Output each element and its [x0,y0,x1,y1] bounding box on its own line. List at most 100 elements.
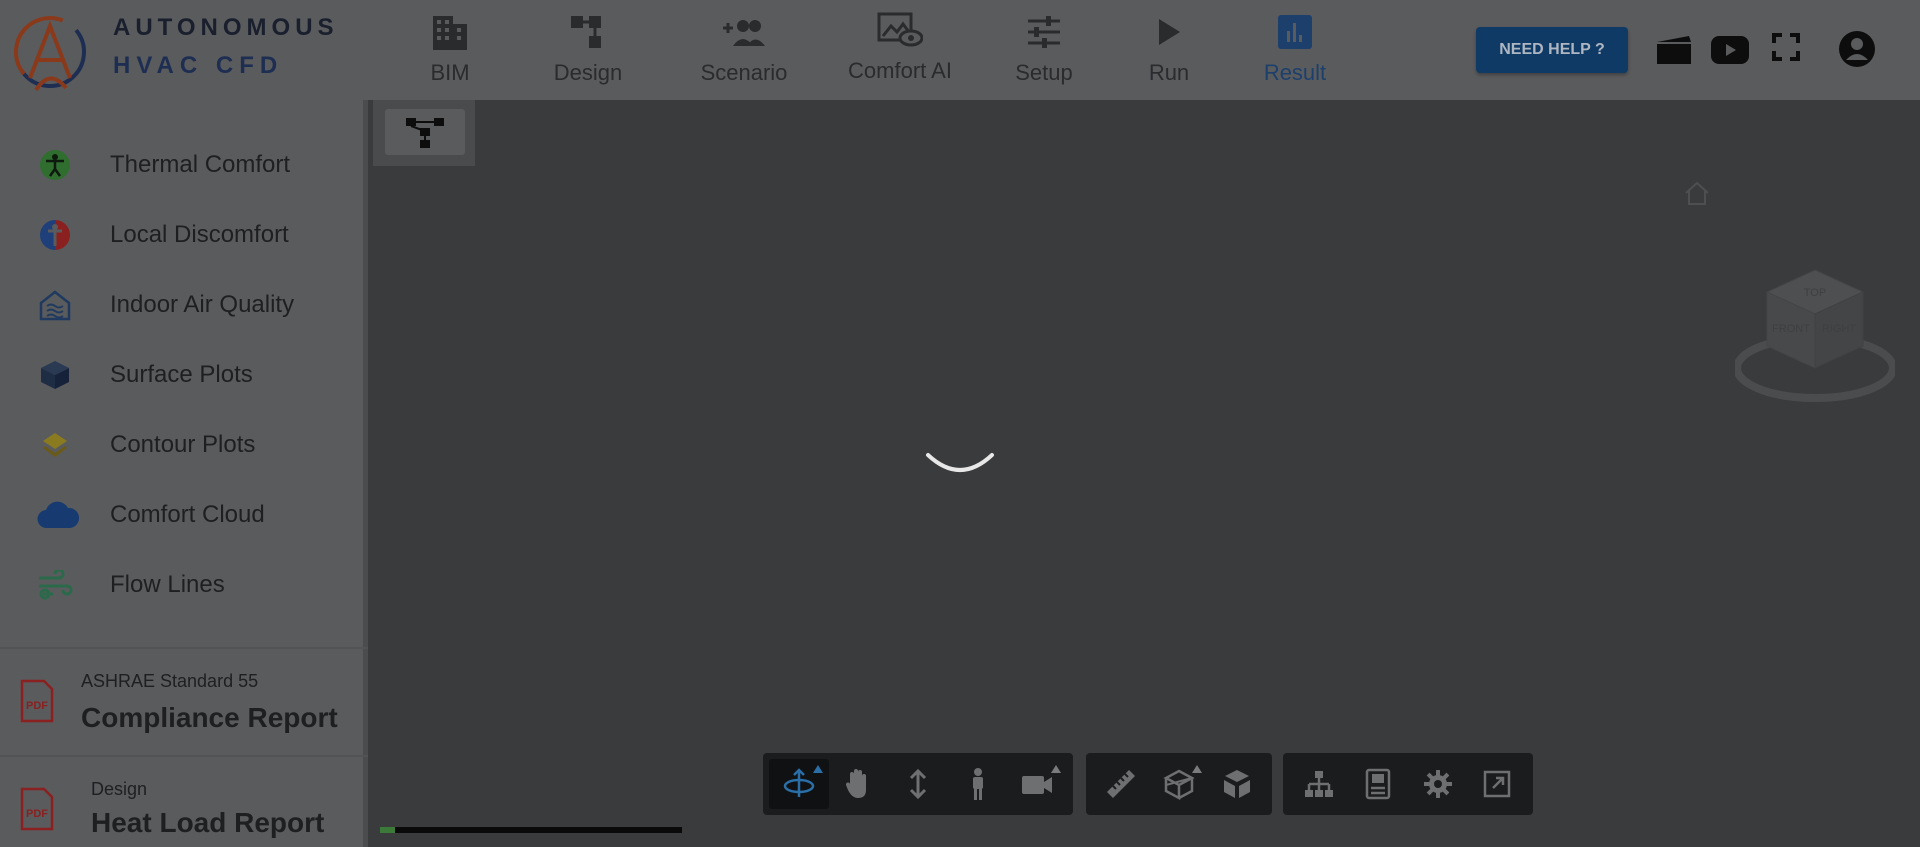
tools-toolbar [1086,753,1272,815]
nav-label: Comfort AI [848,58,952,83]
dropdown-indicator [1192,765,1202,773]
navigation-toolbar [763,753,1073,815]
3d-viewport[interactable]: TOP FRONT RIGHT [373,100,1920,847]
cloud-icon [37,501,79,529]
nav-run[interactable]: Run [1146,12,1192,86]
settings-button[interactable] [1408,759,1468,809]
app-logo [14,16,86,92]
sidebar-item-contour-plots[interactable]: Contour Plots [0,415,368,475]
hierarchy-tree-icon [1304,771,1333,797]
pdf-icon: PDF [20,787,54,831]
view-cube[interactable]: TOP FRONT RIGHT [1735,268,1895,408]
progress-fill [380,827,396,833]
sidebar-item-surface-plots[interactable]: Surface Plots [0,345,368,405]
nav-setup[interactable]: Setup [1012,12,1076,86]
nav-label: Result [1263,60,1327,85]
model-browser-button[interactable] [1289,759,1349,809]
expand-icon [1484,770,1511,798]
brand-line-1: AUTONOMOUS [113,14,339,41]
report-title: Compliance Report [81,702,338,733]
orbit-button[interactable] [769,759,829,809]
dolly-button[interactable] [888,759,948,809]
nav-label: Setup [1015,60,1073,85]
cube-icon [41,361,69,389]
sidebar-item-label: Indoor Air Quality [110,291,295,318]
air-quality-icon [39,290,71,321]
nav-label: Design [553,60,623,85]
report-subtitle: Design [91,779,148,799]
home-view-icon[interactable] [1683,180,1711,206]
report-subtitle: ASHRAE Standard 55 [81,671,259,691]
section-button[interactable] [1150,759,1208,809]
video-camera-icon [1022,776,1053,794]
user-account-icon[interactable] [1838,30,1876,68]
nav-label: BIM [430,60,470,85]
hierarchy-icon [406,118,444,148]
nav-bim[interactable]: BIM [420,12,480,86]
need-help-button[interactable]: NEED HELP ? [1476,27,1628,73]
dropdown-indicator [812,765,823,773]
brand-line-2: HVAC CFD [113,52,284,79]
sidebar-item-indoor-air-quality[interactable]: Indoor Air Quality [0,275,368,335]
cube-front-label: FRONT [1772,323,1810,335]
nav-scenario[interactable]: Scenario [696,12,792,86]
model-tree-panel [373,100,475,166]
sidebar-item-label: Comfort Cloud [110,501,265,528]
section-box-icon [1163,769,1195,800]
measure-button[interactable] [1092,759,1150,809]
sidebar-item-label: Flow Lines [110,571,225,598]
nav-label: Run [1148,60,1190,85]
accessibility-icon [40,150,70,180]
ruler-icon [1107,770,1135,798]
orbit-icon [783,768,815,797]
loading-spinner [926,453,994,472]
sidebar-item-label: Thermal Comfort [110,151,291,178]
sidebar-item-label: Contour Plots [110,431,256,458]
camera-button[interactable] [1007,759,1067,809]
bar-chart-icon [1278,15,1312,49]
design-icon [571,16,601,48]
pdf-icon: PDF [20,679,54,723]
building-icon [433,16,467,50]
sidebar-item-local-discomfort[interactable]: Local Discomfort [0,205,368,265]
youtube-icon[interactable] [1711,36,1749,64]
sidebar-item-label: Surface Plots [110,361,253,388]
sidebar-item-thermal-comfort[interactable]: Thermal Comfort [0,135,368,195]
properties-icon [1366,768,1391,800]
heat-load-report-item[interactable]: PDF Design Heat Load Report [0,757,368,847]
explode-button[interactable] [1208,759,1266,809]
nav-comfort-ai[interactable]: Comfort AI [842,10,958,84]
svg-text:PDF: PDF [26,700,48,712]
fullscreen-icon[interactable] [1772,33,1800,61]
brand-title: AUTONOMOUS HVAC CFD [113,14,339,80]
clapperboard-icon[interactable] [1655,32,1693,66]
svg-text:PDF: PDF [26,808,48,820]
sliders-icon [1028,16,1060,48]
nav-label: Scenario [700,60,788,85]
dropdown-indicator [1050,765,1061,773]
layers-icon [43,433,67,457]
report-title: Heat Load Report [91,807,325,838]
loading-progress-bar [380,827,682,833]
top-header: AUTONOMOUS HVAC CFD BIM Design Scenario … [0,0,1920,100]
sidebar-item-comfort-cloud[interactable]: Comfort Cloud [0,485,368,545]
hand-icon [846,769,867,798]
settings-toolbar [1283,753,1533,815]
properties-button[interactable] [1349,759,1409,809]
wind-icon [39,570,73,600]
compliance-report-item[interactable]: PDF ASHRAE Standard 55 Compliance Report [0,649,368,755]
model-tree-button[interactable] [385,109,465,155]
gear-icon [1423,770,1452,798]
sidebar-item-flow-lines[interactable]: Flow Lines [0,555,368,615]
nav-result[interactable]: Result [1260,12,1330,86]
add-people-icon [723,20,765,46]
pan-button[interactable] [829,759,889,809]
walk-button[interactable] [948,759,1008,809]
nav-design[interactable]: Design [549,12,627,86]
results-sidebar: Thermal Comfort Local Discomfort Indoor … [0,100,368,847]
cube-top-label: TOP [1804,287,1826,299]
person-icon [972,768,983,800]
explode-cube-icon [1224,770,1250,798]
full-screen-button[interactable] [1468,759,1528,809]
eye-image-icon [877,12,923,47]
